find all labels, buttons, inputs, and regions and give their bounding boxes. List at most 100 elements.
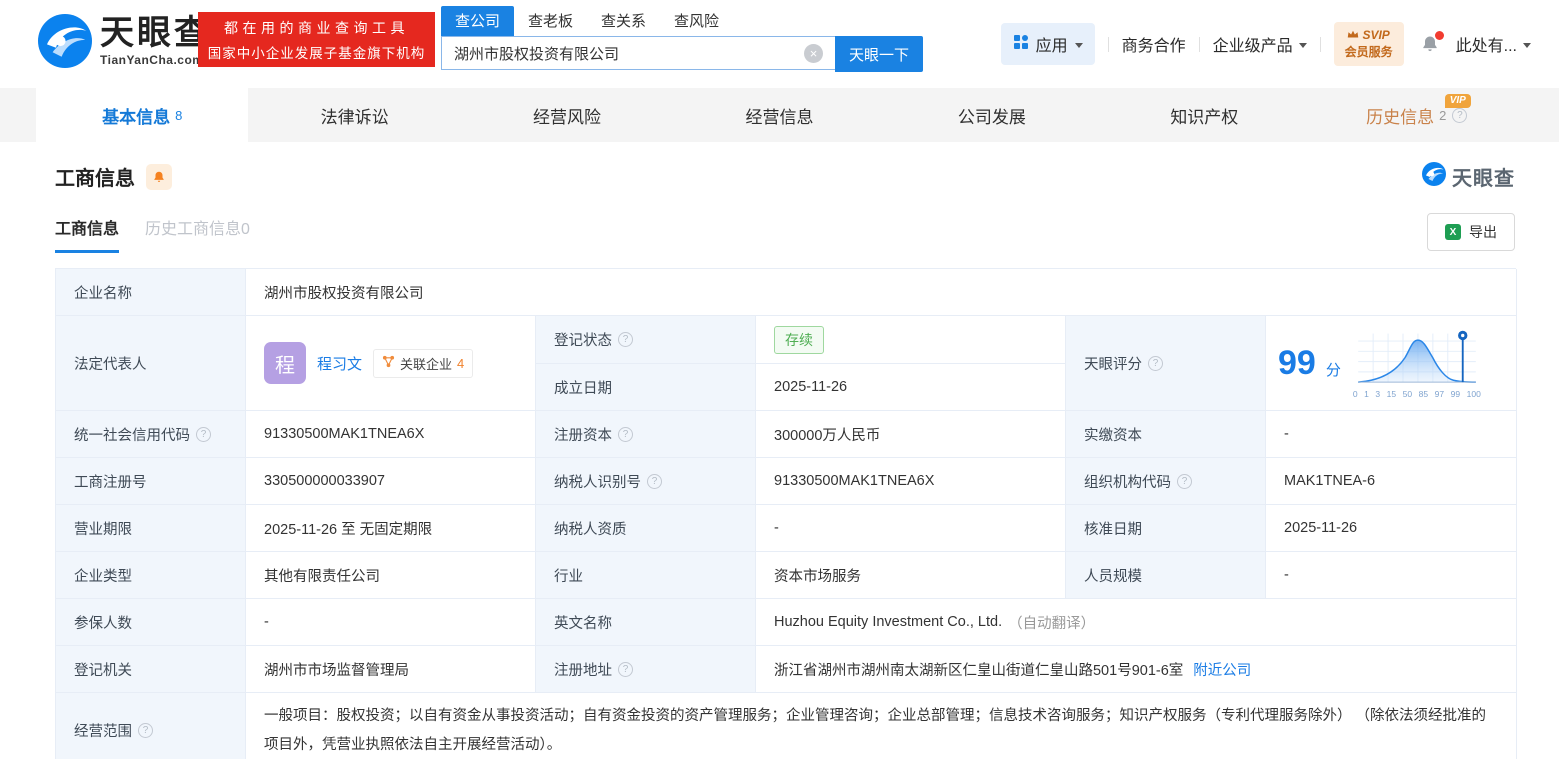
field-label-registration-status: 登记状态 — [536, 316, 756, 364]
field-label-company-type: 企业类型 — [56, 552, 246, 599]
enterprise-products-link[interactable]: 企业级产品 — [1213, 32, 1307, 56]
field-value-english-name: Huzhou Equity Investment Co., Ltd. （自动翻译… — [756, 599, 1517, 646]
field-value-business-term: 2025-11-26 至 无固定期限 — [246, 505, 536, 552]
excel-icon — [1445, 224, 1461, 240]
help-icon[interactable] — [647, 473, 662, 489]
field-label-paid-capital: 实缴资本 — [1066, 411, 1266, 458]
export-button[interactable]: 导出 — [1427, 213, 1515, 251]
table-row: 登记机关 湖州市市场监督管理局 注册地址 浙江省湖州市湖州南太湖新区仁皇山街道仁… — [56, 646, 1517, 693]
field-label-industry: 行业 — [536, 552, 756, 599]
field-label-business-scope: 经营范围 — [56, 693, 246, 759]
field-label-registered-capital: 注册资本 — [536, 411, 756, 458]
table-row: 经营范围 一般项目：股权投资；以自有资金从事投资活动；自有资金投资的资产管理服务… — [56, 693, 1517, 759]
tab-operation-info-label: 经营信息 — [745, 107, 814, 127]
avatar[interactable]: 程 — [264, 342, 306, 384]
field-value-registered-address: 浙江省湖州市湖州南太湖新区仁皇山街道仁皇山路501号901-6室 附近公司 — [756, 646, 1517, 693]
help-icon[interactable] — [618, 661, 633, 677]
field-value-registration-status: 存续 — [756, 316, 1066, 364]
org-code-label: 组织机构代码 — [1084, 474, 1171, 491]
status-badge: 存续 — [774, 325, 824, 354]
tab-company-development[interactable]: 公司发展 — [886, 88, 1098, 142]
search-input[interactable] — [441, 36, 835, 70]
search-button[interactable]: 天眼一下 — [835, 36, 923, 72]
apps-button[interactable]: 应用 — [1000, 23, 1095, 65]
tianyancha-logo[interactable]: 天眼查 TianYanCha.com — [38, 14, 211, 68]
field-label-insured-count: 参保人数 — [56, 599, 246, 646]
clear-search-icon[interactable] — [804, 44, 823, 63]
field-value-approval-date: 2025-11-26 — [1266, 505, 1517, 552]
field-label-approval-date: 核准日期 — [1066, 505, 1266, 552]
help-icon[interactable] — [618, 332, 633, 347]
tab-history-info-count: 2 — [1439, 107, 1447, 123]
help-icon[interactable] — [196, 426, 211, 442]
export-label: 导出 — [1469, 224, 1497, 240]
user-menu[interactable]: 此处有... — [1456, 32, 1531, 56]
main-content: 工商信息 天眼查 工商信息 历史工商信息0 导出 — [0, 162, 1559, 759]
field-value-company-name: 湖州市股权投资有限公司 — [246, 269, 1517, 316]
subtab-business-info[interactable]: 工商信息 — [55, 215, 120, 253]
slogan-line1: 都在用的商业查询工具 — [224, 19, 409, 36]
search-tab-relation[interactable]: 查关系 — [587, 6, 660, 36]
field-value-taxpayer-quality: - — [756, 505, 1066, 552]
field-label-business-term: 营业期限 — [56, 505, 246, 552]
address-text: 浙江省湖州市湖州南太湖新区仁皇山街道仁皇山路501号901-6室 — [774, 662, 1184, 679]
subscribe-bell-button[interactable] — [146, 163, 172, 190]
field-value-tyc-score: 99 分 0 1 3 15 50 85 97 99 100 — [1266, 316, 1517, 411]
section-title: 工商信息 — [55, 168, 135, 190]
tab-intellectual-property[interactable]: 知识产权 — [1098, 88, 1310, 142]
slogan-line2: 国家中小企业发展子基金旗下机构 — [207, 45, 426, 61]
member-service-label: 会员服务 — [1344, 45, 1393, 59]
field-label-english-name: 英文名称 — [536, 599, 756, 646]
network-icon — [382, 355, 395, 371]
table-row: 营业期限 2025-11-26 至 无固定期限 纳税人资质 - 核准日期 202… — [56, 505, 1517, 552]
search-tab-company[interactable]: 查公司 — [441, 6, 515, 36]
enterprise-products-label: 企业级产品 — [1212, 38, 1293, 55]
search-tab-risk[interactable]: 查风险 — [660, 6, 733, 36]
related-companies-count: 4 — [457, 355, 465, 371]
svip-member-button[interactable]: SVIP 会员服务 — [1333, 21, 1404, 67]
nearby-companies-link[interactable]: 附近公司 — [1193, 659, 1251, 680]
chevron-down-icon — [1074, 42, 1083, 48]
business-cooperation-link[interactable]: 商务合作 — [1122, 32, 1186, 56]
crown-icon — [1347, 27, 1359, 44]
field-value-company-type: 其他有限责任公司 — [246, 552, 536, 599]
user-menu-label: 此处有... — [1455, 38, 1517, 55]
help-icon[interactable] — [138, 723, 153, 738]
table-row: 参保人数 - 英文名称 Huzhou Equity Investment Co.… — [56, 599, 1517, 646]
field-label-tyc-score: 天眼评分 — [1066, 316, 1266, 411]
business-scope-text: 一般项目：股权投资；以自有资金从事投资活动；自有资金投资的资产管理服务；企业管理… — [264, 707, 1487, 753]
score-axis-ticks: 01 3 15 50 85 97 99 100 — [1352, 388, 1481, 399]
legal-representative-link[interactable]: 程习文 — [317, 353, 362, 374]
search-tab-boss[interactable]: 查老板 — [514, 6, 587, 36]
related-companies-badge[interactable]: 关联企业 4 — [373, 348, 474, 378]
notification-red-dot — [1434, 31, 1444, 40]
notification-bell-icon[interactable] — [1420, 31, 1444, 54]
business-info-table: 企业名称 湖州市股权投资有限公司 法定代表人 程 程习文 关联企业 4 登记状态 — [55, 268, 1517, 759]
chevron-down-icon — [1523, 42, 1531, 48]
tyc-score-label: 天眼评分 — [1084, 356, 1142, 373]
score-distribution-chart[interactable]: 01 3 15 50 85 97 99 100 — [1353, 328, 1481, 399]
business-scope-label: 经营范围 — [74, 724, 132, 740]
field-value-registration-number: 330500000033907 — [246, 458, 536, 505]
help-icon[interactable] — [1452, 107, 1468, 123]
field-value-legal-representative: 程 程习文 关联企业 4 — [246, 316, 536, 411]
field-label-staff-size: 人员规模 — [1066, 552, 1266, 599]
tab-operation-info[interactable]: 经营信息 — [673, 88, 885, 142]
field-value-registered-capital: 300000万人民币 — [756, 411, 1066, 458]
table-row: 企业名称 湖州市股权投资有限公司 — [56, 269, 1517, 316]
subtab-history-business-info[interactable]: 历史工商信息0 — [145, 215, 250, 253]
search-tabs: 查公司 查老板 查关系 查风险 — [441, 6, 923, 36]
score-value: 99 — [1278, 344, 1316, 382]
search-area: 查公司 查老板 查关系 查风险 天眼一下 — [441, 6, 923, 72]
tab-basic-info[interactable]: 基本信息 8 — [36, 88, 249, 142]
tab-history-info[interactable]: VIP 历史信息 2 — [1311, 88, 1523, 142]
help-icon[interactable] — [618, 426, 633, 442]
table-row: 法定代表人 程 程习文 关联企业 4 登记状态 存续 成立日期 — [56, 316, 1517, 411]
field-value-taxpayer-id: 91330500MAK1TNEA6X — [756, 458, 1066, 505]
registration-status-label: 登记状态 — [554, 333, 612, 349]
tab-legal-proceedings[interactable]: 法律诉讼 — [248, 88, 460, 142]
help-icon[interactable] — [1148, 355, 1163, 371]
help-icon[interactable] — [1177, 473, 1192, 489]
logo-text: 天眼查 — [100, 13, 211, 52]
tab-operation-risk[interactable]: 经营风险 — [461, 88, 673, 142]
